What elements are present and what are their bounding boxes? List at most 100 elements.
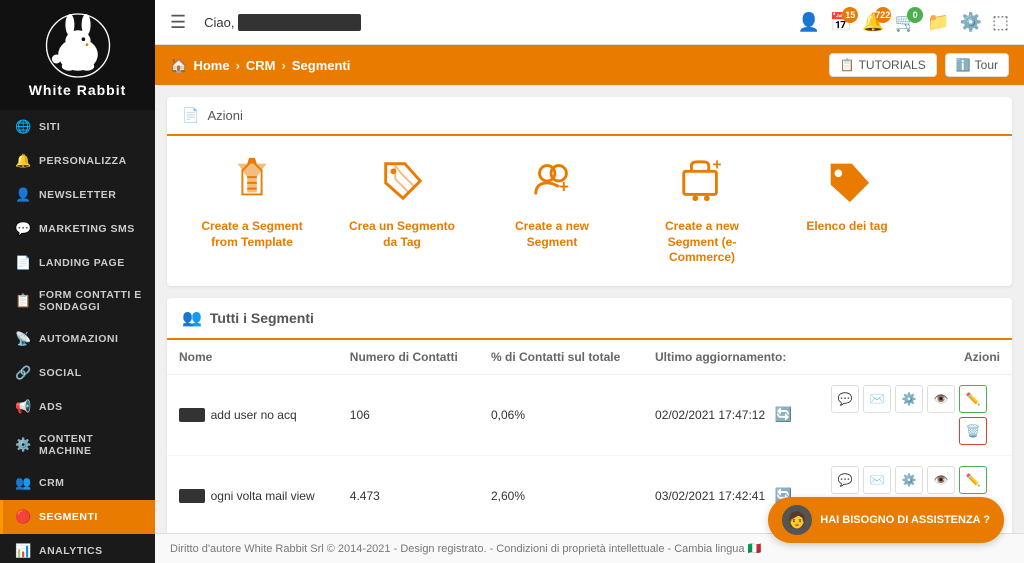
svg-text:+: + — [559, 176, 569, 196]
info-icon: ℹ️ — [956, 58, 971, 72]
nav-icon-social: 🔗 — [15, 365, 31, 381]
sidebar-item-form-contatti[interactable]: 📋FORM CONTATTI E SONDAGGI — [0, 280, 155, 322]
sidebar-item-ads[interactable]: 📢 ADS — [0, 390, 155, 424]
footer-text: Diritto d'autore White Rabbit Srl © 2014… — [170, 542, 761, 555]
share-button[interactable]: ⚙️ — [895, 466, 923, 494]
share-button[interactable]: ⚙️ — [895, 385, 923, 413]
nav-label-marketing-sms: MARKETING SMS — [39, 223, 135, 235]
topbar-icons: 👤 📅 15 🔔 722 🛒 0 📁 ⚙️ ⬚ — [797, 12, 1009, 33]
edit-button[interactable]: ✏️ — [959, 385, 987, 413]
chat-bubble[interactable]: 🧑 HAI BISOGNO DI ASSISTENZA ? — [768, 497, 1004, 543]
sidebar-item-segmenti[interactable]: 🔴SEGMENTI — [0, 500, 155, 534]
email-button[interactable]: ✉️ — [863, 466, 891, 494]
nav-icon-content-machine: ⚙️ — [15, 437, 31, 453]
name-badge: ██ — [179, 408, 205, 422]
nav-label-ads: ADS — [39, 401, 63, 413]
sidebar-item-siti[interactable]: 🌐 SITI — [0, 110, 155, 144]
action-item-elenco-tag[interactable]: Elenco dei tag — [797, 156, 897, 235]
breadcrumb-crm[interactable]: CRM — [246, 58, 276, 73]
breadcrumb-home[interactable]: Home — [193, 58, 229, 73]
brand-name: White Rabbit — [29, 82, 127, 98]
cell-name: ██ add user no acq — [167, 374, 338, 455]
sidebar-logo: White Rabbit — [0, 0, 155, 110]
chat-label: HAI BISOGNO DI ASSISTENZA ? — [820, 514, 990, 526]
sidebar-item-newsletter[interactable]: 👤 NEWSLETTER — [0, 178, 155, 212]
nav-icon-personalizza: 🔔 — [15, 153, 31, 169]
hamburger-icon[interactable]: ☰ — [170, 12, 186, 33]
cell-contatti: 4.473 — [338, 455, 479, 533]
sidebar-item-content-machine[interactable]: ⚙️CONTENT MACHINE — [0, 424, 155, 466]
col-percent: % di Contatti sul totale — [479, 340, 643, 375]
azioni-card: 📄 Azioni Create a Segment from Template … — [167, 97, 1012, 286]
home-icon: 🏠 — [170, 57, 187, 74]
action-item-create-ecommerce[interactable]: + Create a new Segment (e-Commerce) — [647, 156, 757, 266]
cart-icon[interactable]: 🛒 0 — [895, 12, 917, 33]
sidebar-item-social[interactable]: 🔗 SOCIAL — [0, 356, 155, 390]
tour-button[interactable]: ℹ️ Tour — [945, 53, 1009, 77]
segments-card-header: 👥 Tutti i Segmenti — [167, 298, 1012, 340]
nav-label-form-contatti: FORM CONTATTI E SONDAGGI — [39, 289, 143, 313]
col-aggiornamento: Ultimo aggiornamento: — [643, 340, 815, 375]
topbar: ☰ Ciao, ████████████ 👤 📅 15 🔔 722 🛒 0 📁 … — [155, 0, 1024, 45]
azioni-label: Azioni — [207, 108, 242, 123]
sidebar-item-crm[interactable]: 👥CRM — [0, 466, 155, 500]
col-nome: Nome — [167, 340, 338, 375]
nav-label-siti: SITI — [39, 121, 60, 133]
action-label-create-ecommerce: Create a new Segment (e-Commerce) — [647, 219, 757, 266]
comment-button[interactable]: 💬 — [831, 466, 859, 494]
view-button[interactable]: 👁️ — [927, 466, 955, 494]
settings-icon[interactable]: ⚙️ — [960, 12, 982, 33]
row-name-text: ogni volta mail view — [211, 489, 315, 503]
greeting: Ciao, ████████████ — [204, 15, 787, 30]
nav-label-newsletter: NEWSLETTER — [39, 189, 116, 201]
nav-label-automazioni: AUTOMAZIONI — [39, 333, 118, 345]
nav-icon-analytics: 📊 — [15, 543, 31, 559]
nav-label-analytics: ANALYTICS — [39, 545, 103, 557]
col-azioni: Azioni — [815, 340, 1012, 375]
action-item-create-new[interactable]: + Create a new Segment — [497, 156, 607, 250]
email-button[interactable]: ✉️ — [863, 385, 891, 413]
action-label-create-from-template: Create a Segment from Template — [197, 219, 307, 250]
nav-icon-marketing-sms: 💬 — [15, 221, 31, 237]
sidebar-item-landing-page[interactable]: 📄LANDING PAGE — [0, 246, 155, 280]
nav-label-crm: CRM — [39, 477, 64, 489]
comment-button[interactable]: 💬 — [831, 385, 859, 413]
calendar-icon[interactable]: 📅 15 — [830, 12, 852, 33]
nav-icon-newsletter: 👤 — [15, 187, 31, 203]
breadcrumb-current: Segmenti — [292, 58, 351, 73]
edit-button[interactable]: ✏️ — [959, 466, 987, 494]
nav-icon-automazioni: 📡 — [15, 331, 31, 347]
svg-text:+: + — [713, 156, 722, 173]
action-label-elenco-tag: Elenco dei tag — [806, 219, 887, 235]
sidebar-item-analytics[interactable]: 📊 ANALYTICS — [0, 534, 155, 563]
profile-icon[interactable]: 👤 — [797, 12, 819, 33]
tutorials-button[interactable]: 📋 TUTORIALS — [829, 53, 937, 77]
content-area: 📄 Azioni Create a Segment from Template … — [155, 85, 1024, 533]
nav-icon-ads: 📢 — [15, 399, 31, 415]
nav-label-segmenti: SEGMENTI — [39, 511, 98, 523]
cell-contatti: 106 — [338, 374, 479, 455]
notifications-badge: 722 — [875, 7, 891, 23]
logout-icon[interactable]: ⬚ — [992, 12, 1009, 33]
action-icon-elenco-tag — [823, 156, 871, 211]
aggiornamento-text: 02/02/2021 17:47:12 — [655, 408, 765, 422]
row-name-text: add user no acq — [211, 408, 297, 422]
action-item-create-from-template[interactable]: Create a Segment from Template — [197, 156, 307, 250]
main-content: ☰ Ciao, ████████████ 👤 📅 15 🔔 722 🛒 0 📁 … — [155, 0, 1024, 563]
folder-icon[interactable]: 📁 — [927, 12, 949, 33]
actions-row: Create a Segment from Template Crea un S… — [167, 136, 1012, 286]
azioni-card-header: 📄 Azioni — [167, 97, 1012, 136]
action-item-create-from-tag[interactable]: Crea un Segmento da Tag — [347, 156, 457, 250]
action-icon-create-ecommerce: + — [678, 156, 726, 211]
nav-icon-siti: 🌐 — [15, 119, 31, 135]
sidebar-item-marketing-sms[interactable]: 💬 MARKETING SMS — [0, 212, 155, 246]
aggiornamento-text: 03/02/2021 17:42:41 — [655, 489, 765, 503]
notifications-icon[interactable]: 🔔 722 — [862, 12, 884, 33]
nav-label-personalizza: PERSONALIZZA — [39, 155, 127, 167]
sidebar-item-automazioni[interactable]: 📡 AUTOMAZIONI — [0, 322, 155, 356]
sidebar-item-personalizza[interactable]: 🔔 PERSONALIZZA — [0, 144, 155, 178]
delete-button[interactable]: 🗑️ — [959, 417, 987, 445]
sync-button[interactable]: 🔄 — [774, 406, 791, 422]
nav-label-social: SOCIAL — [39, 367, 82, 379]
view-button[interactable]: 👁️ — [927, 385, 955, 413]
